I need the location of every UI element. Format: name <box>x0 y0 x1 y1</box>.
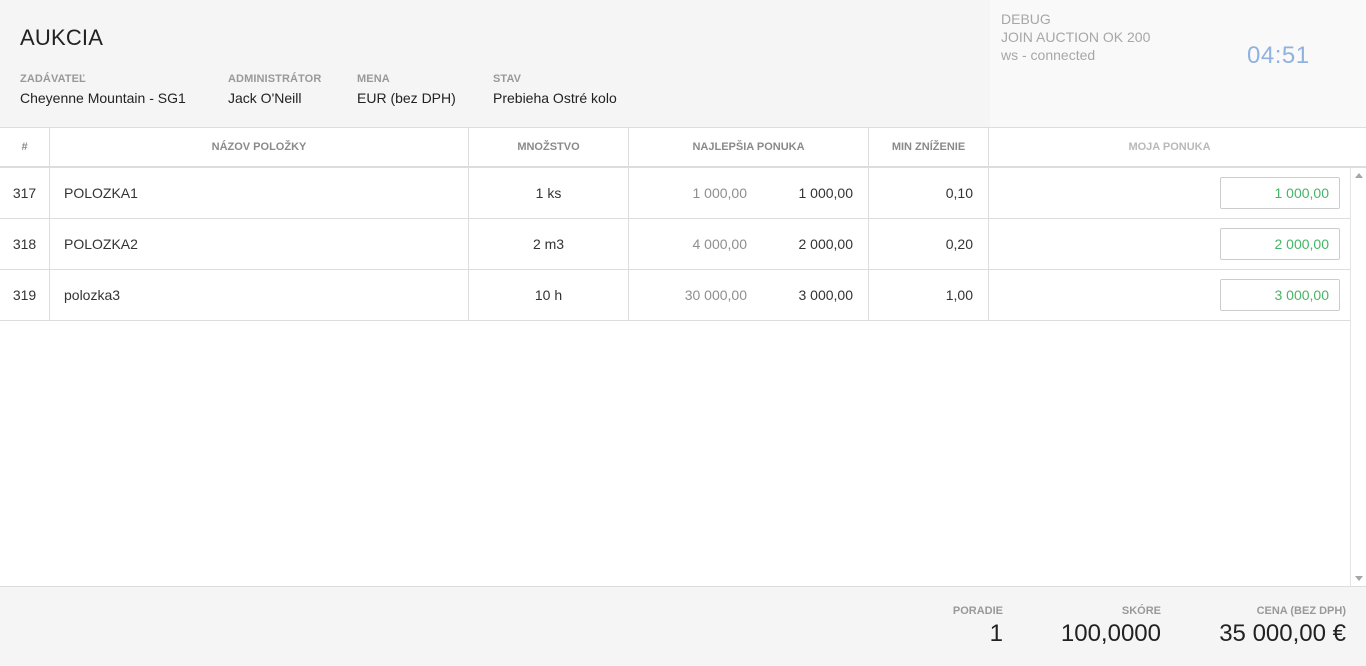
summary-footer: PORADIE 1 SKÓRE 100,0000 CENA (BEZ DPH) … <box>0 586 1366 666</box>
meta-label: ADMINISTRÁTOR <box>228 73 322 85</box>
my-offer-input[interactable] <box>1220 228 1340 260</box>
stat-label: PORADIE <box>952 605 1003 617</box>
cell-min-reduction: 0,20 <box>869 219 989 269</box>
meta-value: Jack O'Neill <box>228 90 302 106</box>
best-offer-current: 1 000,00 <box>798 185 854 201</box>
stat-value: 1 <box>989 620 1003 647</box>
table-row: 317 POLOZKA1 1 ks 1 000,00 1 000,00 0,10 <box>0 168 1350 219</box>
best-offer-previous: 4 000,00 <box>692 236 748 252</box>
cell-id: 318 <box>0 219 50 269</box>
stat-value: 35 000,00 € <box>1219 620 1346 647</box>
meta-value: Prebieha Ostré kolo <box>493 90 617 106</box>
countdown-timer: 04:51 <box>1247 42 1310 69</box>
my-offer-input[interactable] <box>1220 279 1340 311</box>
my-offer-input[interactable] <box>1220 177 1340 209</box>
cell-best-offer: 4 000,00 2 000,00 <box>629 219 869 269</box>
stat-score: SKÓRE 100,0000 <box>1061 605 1161 648</box>
scroll-down-arrow-icon[interactable] <box>1355 576 1363 581</box>
meta-status: STAV Prebieha Ostré kolo <box>493 73 617 106</box>
cell-best-offer: 30 000,00 3 000,00 <box>629 270 869 320</box>
debug-join-status: JOIN AUCTION OK 200 <box>1001 29 1151 45</box>
cell-quantity: 2 m3 <box>469 219 629 269</box>
meta-administrator: ADMINISTRÁTOR Jack O'Neill <box>228 73 321 106</box>
table-body: 317 POLOZKA1 1 ks 1 000,00 1 000,00 0,10… <box>0 168 1350 586</box>
debug-ws-status: ws - connected <box>1001 47 1096 63</box>
cell-my-offer <box>989 219 1350 269</box>
meta-label: MENA <box>357 73 390 85</box>
stat-rank: PORADIE 1 <box>953 605 1003 648</box>
stat-label: CENA (BEZ DPH) <box>1256 605 1346 617</box>
cell-item-name: polozka3 <box>50 270 469 320</box>
cell-id: 317 <box>0 168 50 218</box>
meta-label: STAV <box>493 73 522 85</box>
meta-label: ZADÁVATEĽ <box>20 73 86 85</box>
cell-min-reduction: 1,00 <box>869 270 989 320</box>
best-offer-current: 2 000,00 <box>798 236 854 252</box>
meta-currency: MENA EUR (bez DPH) <box>357 73 456 106</box>
meta-contracting-authority: ZADÁVATEĽ Cheyenne Mountain - SG1 <box>20 73 186 106</box>
stat-price: CENA (BEZ DPH) 35 000,00 € <box>1219 605 1346 648</box>
table-header: # NÁZOV POLOŽKY MNOŽSTVO NAJLEPŠIA PONUK… <box>0 128 1366 168</box>
cell-min-reduction: 0,10 <box>869 168 989 218</box>
column-header-best-offer: NAJLEPŠIA PONUKA <box>629 128 869 166</box>
column-header-id: # <box>0 128 50 166</box>
column-header-min-reduction: MIN ZNÍŽENIE <box>869 128 989 166</box>
cell-quantity: 10 h <box>469 270 629 320</box>
meta-value: Cheyenne Mountain - SG1 <box>20 90 186 106</box>
best-offer-current: 3 000,00 <box>798 287 854 303</box>
cell-item-name: POLOZKA2 <box>50 219 469 269</box>
column-header-my-offer: MOJA PONUKA <box>1128 141 1211 153</box>
table-row: 318 POLOZKA2 2 m3 4 000,00 2 000,00 0,20 <box>0 219 1350 270</box>
cell-my-offer <box>989 270 1350 320</box>
meta-value: EUR (bez DPH) <box>357 90 456 106</box>
cell-id: 319 <box>0 270 50 320</box>
cell-my-offer <box>989 168 1350 218</box>
column-header-quantity: MNOŽSTVO <box>469 128 629 166</box>
debug-panel: DEBUG JOIN AUCTION OK 200 ws - connected… <box>990 0 1366 127</box>
best-offer-previous: 30 000,00 <box>684 287 747 303</box>
best-offer-previous: 1 000,00 <box>692 185 748 201</box>
table-row: 319 polozka3 10 h 30 000,00 3 000,00 1,0… <box>0 270 1350 321</box>
cell-item-name: POLOZKA1 <box>50 168 469 218</box>
cell-quantity: 1 ks <box>469 168 629 218</box>
stat-label: SKÓRE <box>1121 605 1161 617</box>
stat-value: 100,0000 <box>1060 620 1161 647</box>
column-header-name: NÁZOV POLOŽKY <box>50 128 469 166</box>
cell-best-offer: 1 000,00 1 000,00 <box>629 168 869 218</box>
scroll-up-arrow-icon[interactable] <box>1355 173 1363 178</box>
table-scrollbar[interactable] <box>1350 168 1366 586</box>
auction-info-panel: AUKCIA ZADÁVATEĽ Cheyenne Mountain - SG1… <box>0 0 990 127</box>
debug-title: DEBUG <box>1001 11 1051 27</box>
auction-header: AUKCIA ZADÁVATEĽ Cheyenne Mountain - SG1… <box>0 0 1366 128</box>
page-title: AUKCIA <box>20 25 104 50</box>
